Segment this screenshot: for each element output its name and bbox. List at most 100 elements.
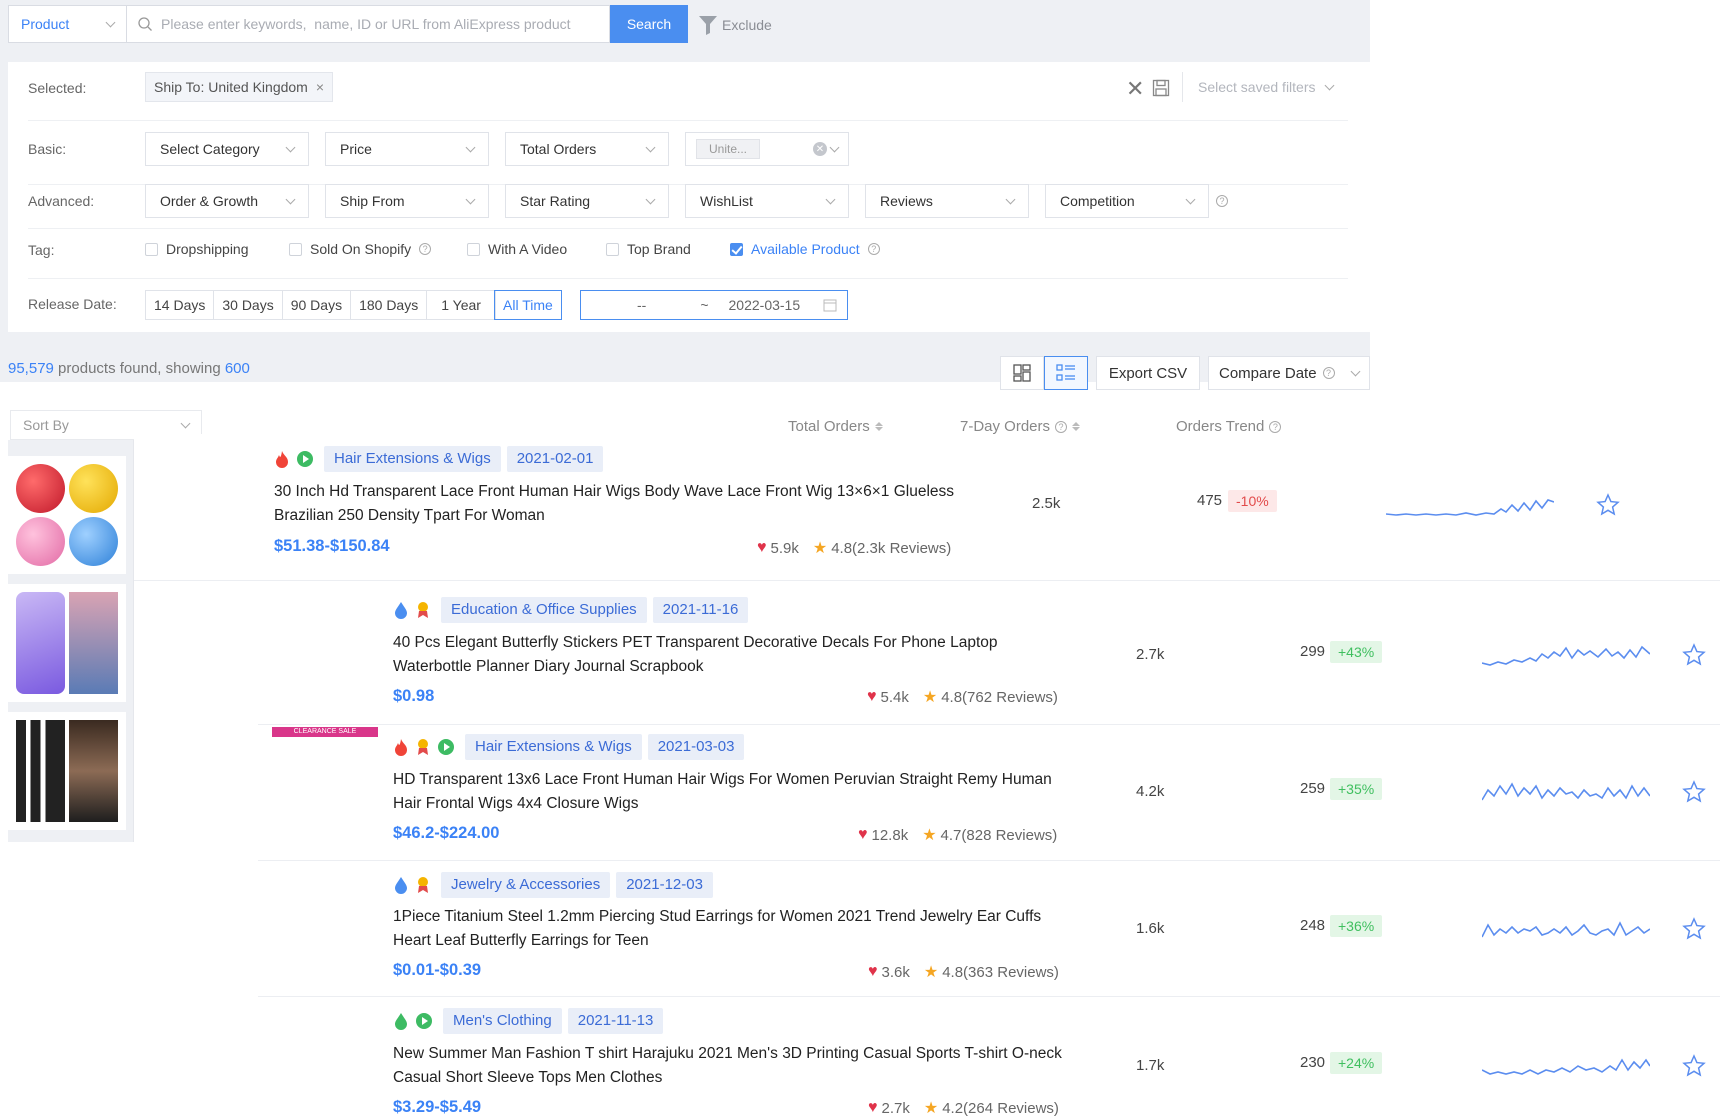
product-title[interactable]: HD Transparent 13x6 Lace Front Human Hai… — [393, 768, 1052, 816]
clear-filters-icon[interactable]: ✕ — [1126, 76, 1144, 102]
range-30-days[interactable]: 30 Days — [214, 291, 283, 319]
ship-from-select[interactable]: Ship From — [325, 184, 489, 218]
sort-icon[interactable] — [1072, 422, 1081, 431]
rating-text: 4.2(264 Reviews) — [942, 1099, 1059, 1117]
compare-date-label: Compare Date — [1219, 364, 1317, 382]
product-price: $0.01-$0.39 — [393, 961, 482, 979]
chip-close-icon[interactable]: × — [316, 79, 324, 95]
help-icon[interactable]: ? — [1216, 195, 1228, 207]
chevron-down-icon — [105, 17, 116, 27]
col-total-orders[interactable]: Total Orders — [788, 418, 883, 435]
checkbox[interactable] — [145, 242, 158, 256]
favorite-star-icon[interactable] — [1682, 643, 1706, 667]
orders-trend-sparkline — [1482, 645, 1650, 666]
product-meta: ♥ 5.4k ★ 4.8(762 Reviews) — [867, 687, 1058, 707]
category-tag[interactable]: Hair Extensions & Wigs — [324, 446, 501, 472]
favorite-star-icon[interactable] — [1682, 1054, 1706, 1078]
heart-icon: ♥ — [858, 826, 868, 843]
competition-label: Competition — [1060, 193, 1135, 209]
competition-select[interactable]: Competition — [1045, 184, 1209, 218]
favorite-star-icon[interactable] — [1682, 917, 1706, 941]
favorite-star-icon[interactable] — [1682, 780, 1706, 804]
wishlist-select[interactable]: WishList — [685, 184, 849, 218]
product-title-line: 1Piece Titanium Steel 1.2mm Piercing Stu… — [393, 908, 1042, 925]
tag-available-product[interactable]: Available Product? — [730, 241, 880, 257]
product-title-line: New Summer Man Fashion T shirt Harajuku … — [393, 1045, 1062, 1062]
order-growth-label: Order & Growth — [160, 193, 259, 209]
search-input[interactable] — [159, 15, 599, 33]
col-seven-day-orders[interactable]: 7-Day Orders ? — [960, 418, 1081, 435]
chevron-down-icon — [825, 194, 836, 204]
clear-icon[interactable]: ✕ — [813, 142, 827, 156]
category-tag[interactable]: Education & Office Supplies — [441, 597, 647, 623]
medal-icon — [418, 877, 428, 893]
favorite-star-icon[interactable] — [1596, 493, 1620, 517]
date-range-picker[interactable]: -- ~ 2022-03-15 — [580, 290, 848, 320]
chevron-down-icon — [465, 194, 476, 204]
orders-trend-sparkline — [1482, 1058, 1650, 1075]
order-growth-select[interactable]: Order & Growth — [145, 184, 309, 218]
selected-chip-label: Ship To: United Kingdom — [154, 79, 308, 95]
star-rating-select[interactable]: Star Rating — [505, 184, 669, 218]
star-rating-icon: ★ — [923, 964, 939, 981]
exclude-button[interactable]: Exclude — [698, 12, 772, 38]
orders-trend-sparkline — [1482, 782, 1650, 801]
drop-icon — [395, 877, 407, 894]
category-select[interactable]: Select Category — [145, 132, 309, 166]
checkbox[interactable] — [467, 242, 480, 256]
checkbox[interactable] — [289, 242, 302, 256]
saved-filters-select[interactable]: Select saved filters — [1198, 72, 1348, 102]
filter-icon — [699, 16, 717, 35]
range-90-days[interactable]: 90 Days — [283, 291, 352, 319]
help-icon[interactable]: ? — [1269, 420, 1282, 433]
change-badge: +35% — [1330, 778, 1383, 800]
export-csv-button[interactable]: Export CSV — [1096, 356, 1200, 390]
heart-icon: ♥ — [868, 963, 878, 980]
checkbox[interactable] — [606, 242, 619, 256]
price-select[interactable]: Price — [325, 132, 489, 166]
total-orders: 2.5k — [1032, 495, 1061, 512]
tag-top-brand[interactable]: Top Brand — [606, 241, 691, 257]
col-seven-day-label: 7-Day Orders — [960, 418, 1051, 435]
compare-date-select[interactable]: Compare Date ? — [1208, 356, 1370, 390]
date-from: -- — [637, 297, 647, 313]
rating-text: 4.7(828 Reviews) — [940, 826, 1058, 844]
product-title[interactable]: 40 Pcs Elegant Butterfly Stickers PET Tr… — [393, 631, 998, 679]
search-button[interactable]: Search — [610, 5, 688, 43]
star-rating-icon: ★ — [812, 540, 828, 557]
save-filter-icon[interactable] — [1152, 79, 1170, 97]
reviews-select[interactable]: Reviews — [865, 184, 1029, 218]
seven-day-orders: 230 — [1300, 1054, 1326, 1071]
ship-to-select[interactable]: Unite... ✕ — [685, 132, 849, 166]
total-orders: 1.6k — [1136, 920, 1165, 937]
range-1-year[interactable]: 1 Year — [427, 291, 495, 319]
category-tag[interactable]: Men's Clothing — [443, 1008, 562, 1034]
divider — [28, 228, 1348, 229]
range-180-days[interactable]: 180 Days — [351, 291, 428, 319]
checkbox-checked[interactable] — [730, 242, 743, 256]
range-all-time[interactable]: All Time — [494, 290, 562, 320]
product-title[interactable]: 30 Inch Hd Transparent Lace Front Human … — [274, 480, 954, 528]
sort-icon[interactable] — [874, 422, 883, 431]
help-icon[interactable]: ? — [1055, 420, 1068, 433]
help-icon[interactable]: ? — [867, 243, 880, 255]
thumb-hair-bands[interactable] — [8, 712, 126, 830]
help-icon[interactable]: ? — [1322, 367, 1335, 379]
product-title[interactable]: New Summer Man Fashion T shirt Harajuku … — [393, 1042, 1062, 1090]
grid-view-button[interactable] — [1000, 356, 1044, 390]
list-view-button[interactable] — [1044, 356, 1088, 390]
range-14-days[interactable]: 14 Days — [146, 291, 215, 319]
thumb-balloons[interactable] — [8, 456, 126, 574]
category-tag[interactable]: Hair Extensions & Wigs — [465, 734, 642, 760]
total-orders-select[interactable]: Total Orders — [505, 132, 669, 166]
tag-with-video[interactable]: With A Video — [467, 241, 567, 257]
search-field[interactable] — [126, 5, 610, 43]
category-tag[interactable]: Jewelry & Accessories — [441, 872, 611, 898]
tag-dropshipping[interactable]: Dropshipping — [145, 241, 249, 257]
product-title[interactable]: 1Piece Titanium Steel 1.2mm Piercing Stu… — [393, 905, 1041, 953]
thumb-phone-case[interactable] — [8, 584, 126, 702]
product-type-select[interactable]: Product — [8, 5, 126, 43]
tag-sold-on-shopify[interactable]: Sold On Shopify? — [289, 241, 432, 257]
help-icon[interactable]: ? — [419, 243, 432, 255]
red-balloons-image — [16, 464, 65, 513]
